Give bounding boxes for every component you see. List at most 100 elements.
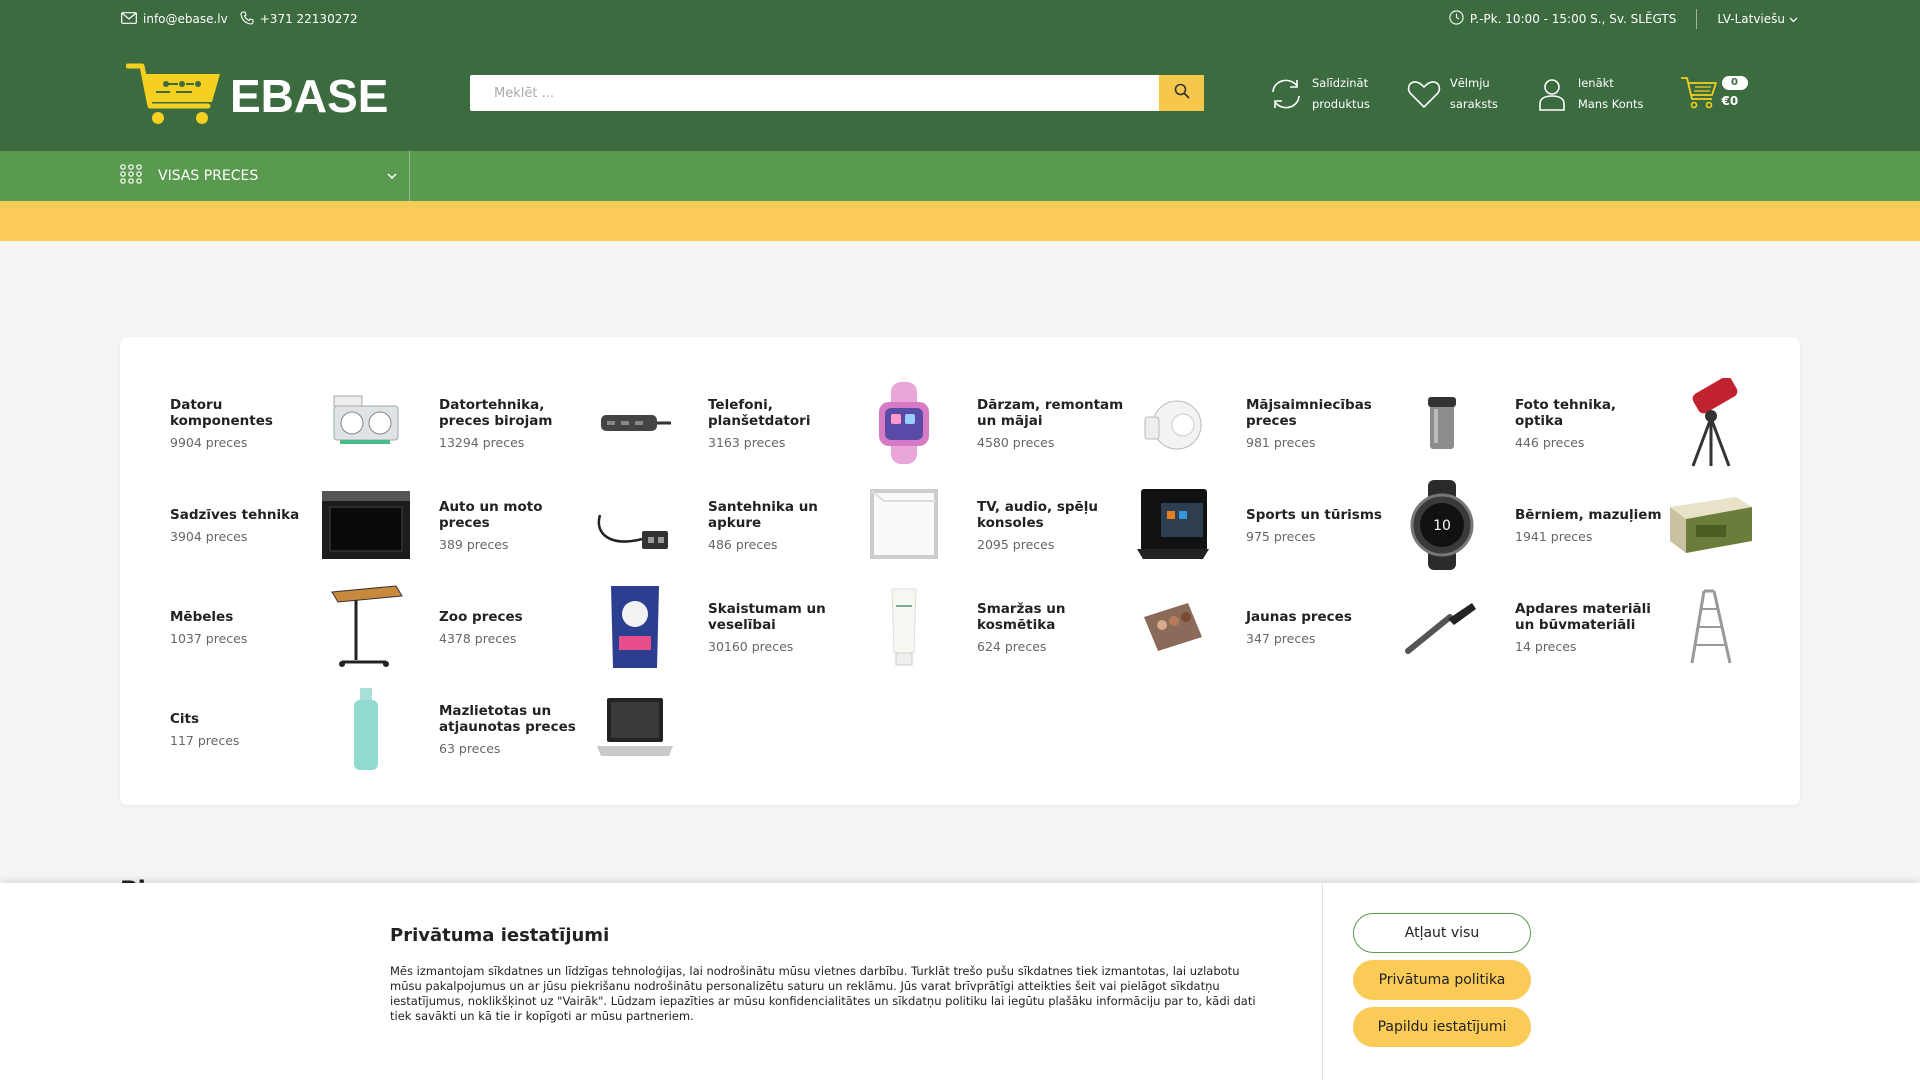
category-text: TV, audio, spēļu konsoles 2095 preces <box>977 474 1127 576</box>
category-item[interactable]: Mazlietotas un atjaunotas preces 63 prece… <box>439 678 708 780</box>
category-item[interactable]: Cits 117 preces <box>170 678 439 780</box>
main-header: EBASE Salīdzināt produktus Vēlmju <box>0 38 1920 151</box>
category-count: 14 preces <box>1515 638 1577 654</box>
email-link[interactable]: info@ebase.lv <box>121 11 228 27</box>
header-actions: Salīdzināt produktus Vēlmju saraksts Ien… <box>1268 72 1748 116</box>
category-text: Auto un moto preces 389 preces <box>439 474 589 576</box>
motion-sensor-icon <box>1127 380 1219 466</box>
language-selector[interactable]: LV-Latviešu <box>1717 12 1798 26</box>
cart-total: €0 <box>1721 94 1739 108</box>
sport-watch-icon: 10 <box>1396 480 1488 570</box>
phone-link[interactable]: +371 22130272 <box>240 10 358 28</box>
category-name: TV, audio, spēļu konsoles <box>977 498 1098 531</box>
category-item[interactable]: Dārzam, remontam un mājai 4580 preces <box>977 372 1246 474</box>
oven-icon <box>320 482 412 568</box>
category-text: Telefoni, planšetdatori 3163 preces <box>708 372 858 474</box>
account-line1: Ienākt <box>1577 76 1614 90</box>
category-item[interactable]: Skaistumam un veselībai 30160 preces <box>708 576 977 678</box>
category-text: Mazlietotas un atjaunotas preces 63 prece… <box>439 678 589 780</box>
category-name: Smaržas un kosmētika <box>977 600 1066 633</box>
category-text: Sadzīves tehnika 3904 preces <box>170 474 320 576</box>
refresh-icon <box>1268 76 1304 112</box>
divider <box>1696 9 1698 29</box>
category-name: Datortehnika, preces birojam <box>439 396 553 429</box>
ebase-logo[interactable]: EBASE <box>125 60 401 132</box>
category-name: Sports un tūrisms <box>1246 506 1382 523</box>
category-item[interactable]: Smaržas un kosmētika 624 preces <box>977 576 1246 678</box>
category-name: Cits <box>170 710 200 727</box>
account-link[interactable]: Ienākt Mans Konts <box>1534 73 1644 115</box>
chevron-down-icon <box>387 168 397 184</box>
cart-logo-icon <box>125 63 220 124</box>
search-button[interactable] <box>1159 75 1204 111</box>
category-name: Mājsaimniecības preces <box>1246 396 1372 429</box>
cream-tube-icon <box>858 584 950 670</box>
allow-all-button[interactable]: Atļaut visu <box>1353 913 1531 953</box>
category-count: 3904 preces <box>170 528 248 544</box>
category-name: Mēbeles <box>170 608 234 625</box>
category-count: 13294 preces <box>439 434 525 450</box>
category-item[interactable]: Sports un tūrisms 975 preces 10 <box>1246 474 1515 576</box>
eyeshadow-palette-icon <box>1127 584 1219 670</box>
category-item[interactable]: Bērniem, mazuļiem 1941 preces <box>1515 474 1784 576</box>
category-item[interactable]: Foto tehnika, optika 446 preces <box>1515 372 1784 474</box>
category-item[interactable]: Sadzīves tehnika 3904 preces <box>170 474 439 576</box>
category-item[interactable]: Telefoni, planšetdatori 3163 preces <box>708 372 977 474</box>
category-name: Auto un moto preces <box>439 498 543 531</box>
category-navbar: VISAS PRECES <box>0 151 1920 201</box>
search-input[interactable] <box>470 75 1160 111</box>
account-label: Ienākt Mans Konts <box>1578 73 1644 115</box>
category-count: 1037 preces <box>170 630 248 646</box>
wishlist-line1: Vēlmju <box>1449 76 1490 90</box>
account-line2: Mans Konts <box>1577 97 1644 111</box>
category-text: Santehnika un apkure 486 preces <box>708 474 858 576</box>
wishlist-label: Vēlmju saraksts <box>1450 73 1498 115</box>
category-name: Bērniem, mazuļiem <box>1515 506 1662 523</box>
category-text: Apdares materiāli un būvmateriāli 14 prec… <box>1515 576 1665 678</box>
hours-text: P.-Pk. 10:00 - 15:00 S., Sv. SLĒGTS <box>1469 12 1677 26</box>
top-bar: info@ebase.lv +371 22130272 P.-Pk. 10:00… <box>0 0 1920 38</box>
more-settings-button[interactable]: Papildu iestatījumi <box>1353 1007 1531 1047</box>
category-name: Dārzam, remontam un mājai <box>977 396 1124 429</box>
category-item[interactable]: Zoo preces 4378 preces <box>439 576 708 678</box>
search-bar <box>470 75 1204 111</box>
svg-text:EBASE: EBASE <box>230 70 388 122</box>
privacy-policy-button[interactable]: Privātuma politika <box>1353 960 1531 1000</box>
opening-hours: P.-Pk. 10:00 - 15:00 S., Sv. SLĒGTS <box>1449 10 1676 28</box>
language-text: LV-Latviešu <box>1717 12 1785 26</box>
side-table-icon <box>320 584 412 670</box>
category-item[interactable]: Mēbeles 1037 preces <box>170 576 439 678</box>
category-item[interactable]: Jaunas preces 347 preces <box>1246 576 1515 678</box>
category-text: Foto tehnika, optika 446 preces <box>1515 372 1665 474</box>
category-text: Skaistumam un veselībai 30160 preces <box>708 576 858 678</box>
categories-grid: Datoru komponentes 9904 preces Datortehnik… <box>170 372 1784 780</box>
category-item[interactable]: Datortehnika, preces birojam 13294 preces <box>439 372 708 474</box>
all-categories-dropdown[interactable]: VISAS PRECES <box>120 151 410 201</box>
category-item[interactable]: Santehnika un apkure 486 preces <box>708 474 977 576</box>
category-count: 9904 preces <box>170 434 248 450</box>
promo-strip <box>0 201 1920 241</box>
category-text: Cits 117 preces <box>170 678 320 780</box>
category-name: Santehnika un apkure <box>708 498 818 531</box>
wishlist-link[interactable]: Vēlmju saraksts <box>1406 73 1498 115</box>
category-count: 30160 preces <box>708 638 794 654</box>
chevron-down-icon <box>1789 12 1798 26</box>
category-name: Sadzīves tehnika <box>170 506 300 523</box>
category-item[interactable]: Mājsaimniecības preces 981 preces <box>1246 372 1515 474</box>
category-text: Dārzam, remontam un mājai 4580 preces <box>977 372 1127 474</box>
compare-products-link[interactable]: Salīdzināt produktus <box>1268 73 1370 115</box>
cart-button[interactable]: 0 €0 <box>1680 75 1748 113</box>
category-item[interactable]: Datoru komponentes 9904 preces <box>170 372 439 474</box>
category-text: Sports un tūrisms 975 preces <box>1246 474 1396 576</box>
category-item[interactable]: TV, audio, spēļu konsoles 2095 preces <box>977 474 1246 576</box>
categories-panel: Datoru komponentes 9904 preces Datortehnik… <box>120 337 1800 805</box>
category-item[interactable]: Apdares materiāli un būvmateriāli 14 prec… <box>1515 576 1784 678</box>
category-text: Datoru komponentes 9904 preces <box>170 372 320 474</box>
category-count: 975 preces <box>1246 528 1316 544</box>
category-text: Mājsaimniecības preces 981 preces <box>1246 372 1396 474</box>
category-item[interactable]: Auto un moto preces 389 preces <box>439 474 708 576</box>
category-count: 981 preces <box>1246 434 1316 450</box>
all-categories-label: VISAS PRECES <box>158 168 259 184</box>
tablet-dock-icon <box>1127 482 1219 568</box>
category-count: 446 preces <box>1515 434 1585 450</box>
